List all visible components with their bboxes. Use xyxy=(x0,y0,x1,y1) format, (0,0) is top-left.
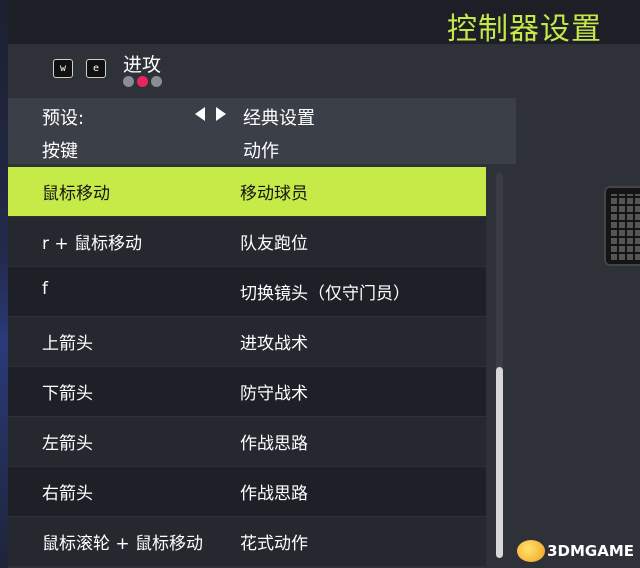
binding-action: 作战思路 xyxy=(240,434,308,454)
binding-key: f xyxy=(42,279,48,299)
binding-action: 花式动作 xyxy=(240,534,308,554)
binding-row[interactable]: f 切换镜头（仅守门员） xyxy=(8,267,486,317)
scrollbar-thumb[interactable] xyxy=(496,367,503,558)
binding-row[interactable]: 左箭头 作战思路 xyxy=(8,417,486,467)
binding-row[interactable]: 鼠标滚轮 + 鼠标移动 花式动作 xyxy=(8,517,486,567)
binding-row[interactable]: 上箭头 进攻战术 xyxy=(8,317,486,367)
binding-key: 左箭头 xyxy=(42,434,93,454)
page-dot-active xyxy=(137,76,148,87)
binding-action: 切换镜头（仅守门员） xyxy=(240,284,410,304)
watermark-logo-icon xyxy=(517,540,546,562)
preset-prev-arrow-icon[interactable] xyxy=(195,107,205,121)
keyboard-icon xyxy=(604,186,640,266)
column-header-key: 按键 xyxy=(42,141,78,162)
keyboard-keys xyxy=(611,194,640,260)
binding-action: 移动球员 xyxy=(240,184,308,204)
watermark-text: 3DMGAME xyxy=(547,542,634,560)
binding-key: 下箭头 xyxy=(42,384,93,404)
binding-row[interactable]: r + 鼠标移动 队友跑位 xyxy=(8,217,486,267)
binding-action: 防守战术 xyxy=(240,384,308,404)
binding-action: 队友跑位 xyxy=(240,234,308,254)
binding-row[interactable]: 下箭头 防守战术 xyxy=(8,367,486,417)
next-tab-key-hint[interactable]: e xyxy=(86,59,106,78)
watermark: 3DMGAME xyxy=(517,540,634,562)
background-strip xyxy=(0,0,8,568)
page-dot xyxy=(123,76,134,87)
page-dot xyxy=(151,76,162,87)
binding-row[interactable]: 鼠标移动 移动球员 xyxy=(8,167,486,217)
column-header-action: 动作 xyxy=(243,141,279,162)
preset-value[interactable]: 经典设置 xyxy=(243,104,315,130)
preset-next-arrow-icon[interactable] xyxy=(216,107,226,121)
page-indicator xyxy=(123,76,162,87)
preset-label: 预设: xyxy=(42,108,85,129)
binding-action: 作战思路 xyxy=(240,484,308,504)
bindings-list: 鼠标移动 移动球员 r + 鼠标移动 队友跑位 f 切换镜头（仅守门员） 上箭头… xyxy=(8,167,486,567)
binding-key: r + 鼠标移动 xyxy=(42,234,143,254)
binding-key: 右箭头 xyxy=(42,484,93,504)
page-title: 控制器设置 xyxy=(447,12,602,47)
tab-offense[interactable]: 进攻 xyxy=(123,50,161,77)
binding-action: 进攻战术 xyxy=(240,334,308,354)
prev-tab-key-hint[interactable]: w xyxy=(53,59,73,78)
binding-key: 鼠标移动 xyxy=(42,184,110,204)
binding-row[interactable]: 右箭头 作战思路 xyxy=(8,467,486,517)
binding-key: 鼠标滚轮 + 鼠标移动 xyxy=(42,534,204,554)
binding-key: 上箭头 xyxy=(42,334,93,354)
